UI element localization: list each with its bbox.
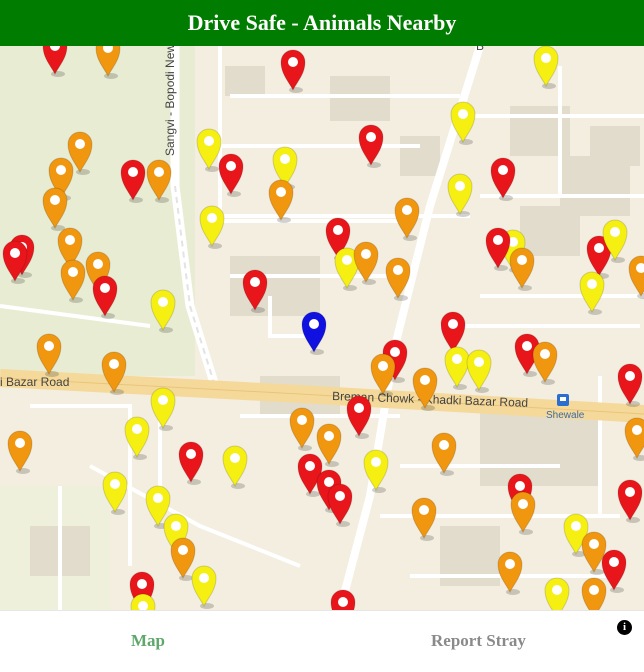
map-view[interactable]: i Bazar Road Breman Chowk - Khadki Bazar…	[0, 46, 644, 610]
animal-marker-medium[interactable]	[581, 577, 607, 610]
animal-marker-high[interactable]	[617, 479, 643, 523]
animal-marker-medium[interactable]	[170, 537, 196, 581]
animal-marker-medium[interactable]	[624, 417, 644, 461]
animal-marker-low[interactable]	[466, 349, 492, 393]
tab-map[interactable]: Map	[131, 631, 165, 651]
animal-marker-medium[interactable]	[532, 341, 558, 385]
page-title: Drive Safe - Animals Nearby	[187, 10, 457, 35]
tab-report-stray[interactable]: Report Stray	[431, 631, 526, 651]
animal-marker-medium[interactable]	[431, 432, 457, 476]
animal-marker-high[interactable]	[280, 49, 306, 93]
app-header: Drive Safe - Animals Nearby	[0, 0, 644, 46]
animal-marker-high[interactable]	[617, 363, 643, 407]
animal-marker-medium[interactable]	[510, 491, 536, 535]
bus-stop-icon[interactable]	[557, 394, 569, 406]
animal-marker-low[interactable]	[447, 173, 473, 217]
info-icon[interactable]: i	[617, 620, 632, 635]
animal-marker-low[interactable]	[196, 128, 222, 172]
animal-marker-high[interactable]	[330, 589, 356, 610]
animal-marker-high[interactable]	[358, 124, 384, 168]
animal-marker-medium[interactable]	[628, 255, 644, 299]
animal-marker-low[interactable]	[444, 346, 470, 390]
animal-marker-low[interactable]	[544, 577, 570, 610]
animal-marker-medium[interactable]	[497, 551, 523, 595]
animal-marker-low[interactable]	[579, 271, 605, 315]
animal-marker-high[interactable]	[346, 395, 372, 439]
map-canvas[interactable]: i Bazar Road Breman Chowk - Khadki Bazar…	[0, 46, 644, 610]
animal-marker-low[interactable]	[533, 46, 559, 89]
animal-marker-medium[interactable]	[289, 407, 315, 451]
animal-marker-medium[interactable]	[411, 497, 437, 541]
road-label-sangvi: Sangvi - Bopodi New	[163, 46, 177, 156]
animal-marker-high[interactable]	[178, 441, 204, 485]
animal-marker-high[interactable]	[327, 483, 353, 527]
animal-marker-medium[interactable]	[509, 247, 535, 291]
bottom-nav: Map Report Stray i	[0, 610, 644, 672]
animal-marker-medium[interactable]	[7, 430, 33, 474]
road-label-bazar-left: i Bazar Road	[0, 375, 69, 389]
animal-marker-low[interactable]	[150, 387, 176, 431]
animal-marker-high[interactable]	[218, 153, 244, 197]
animal-marker-high[interactable]	[485, 227, 511, 271]
animal-marker-medium[interactable]	[394, 197, 420, 241]
animal-marker-medium[interactable]	[353, 241, 379, 285]
animal-marker-low[interactable]	[191, 565, 217, 609]
animal-marker-low[interactable]	[222, 445, 248, 489]
road-label-north: B	[476, 46, 484, 53]
current-location-marker[interactable]	[301, 311, 327, 355]
animal-marker-low[interactable]	[199, 205, 225, 249]
poi-label-shewale: Shewale	[546, 410, 585, 421]
